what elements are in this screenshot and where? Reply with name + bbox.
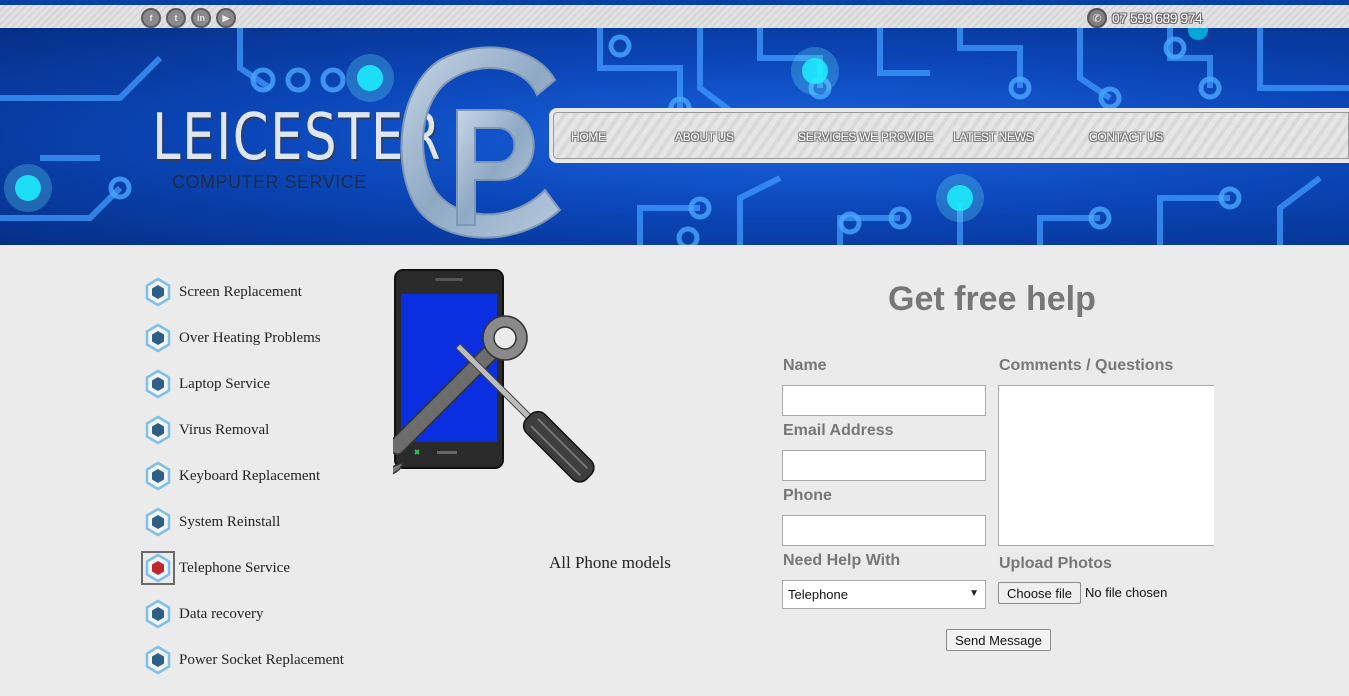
hexagon-bullet-icon <box>141 505 175 539</box>
service-label: Power Socket Replacement <box>179 651 344 668</box>
name-field[interactable] <box>782 385 986 416</box>
logo-subtitle: COMPUTER SERVICE <box>172 172 367 192</box>
twitter-icon[interactable]: t <box>166 8 186 28</box>
hexagon-bullet-icon <box>141 321 175 355</box>
facebook-icon[interactable]: f <box>141 8 161 28</box>
social-links: f t in ▶ <box>141 8 236 28</box>
main-nav: HOME ABOUT US SERVICES WE PROVIDE LATEST… <box>549 108 1349 163</box>
service-item[interactable]: Power Socket Replacement <box>141 643 381 677</box>
service-label: Over Heating Problems <box>179 329 321 346</box>
top-bar: f t in ▶ ✆ 07 598 689 974 <box>0 0 1349 28</box>
phone-field[interactable] <box>782 515 986 546</box>
phone-repair-illustration <box>393 269 595 483</box>
nav-latest-news[interactable]: LATEST NEWS <box>953 130 1034 144</box>
illustration-caption: All Phone models <box>549 553 671 572</box>
service-item[interactable]: System Reinstall <box>141 505 381 539</box>
service-label: Screen Replacement <box>179 283 302 300</box>
email-label: Email Address <box>783 422 894 439</box>
youtube-icon[interactable]: ▶ <box>216 8 236 28</box>
choose-file-button[interactable]: Choose file <box>998 582 1081 604</box>
service-label: System Reinstall <box>179 513 281 530</box>
service-item[interactable]: Laptop Service <box>141 367 381 401</box>
help-select[interactable]: Telephone ▼ <box>782 580 986 609</box>
help-select-value: Telephone <box>788 587 848 602</box>
hexagon-bullet-icon <box>141 413 175 447</box>
phone-number: 07 598 689 974 <box>1112 10 1203 26</box>
service-label: Virus Removal <box>179 421 270 438</box>
send-message-button[interactable]: Send Message <box>946 629 1051 651</box>
nav-home[interactable]: HOME <box>571 130 606 144</box>
service-label: Telephone Service <box>179 559 290 576</box>
logo-cp-icon <box>400 46 562 239</box>
help-label: Need Help With <box>783 552 901 569</box>
service-item[interactable]: Data recovery <box>141 597 381 631</box>
service-label: Laptop Service <box>179 375 271 392</box>
service-label: Data recovery <box>179 605 264 622</box>
hexagon-bullet-icon <box>141 643 175 677</box>
form-title: Get free help <box>888 280 1096 318</box>
hexagon-bullet-icon <box>141 459 175 493</box>
service-item[interactable]: Keyboard Replacement <box>141 459 381 493</box>
service-item[interactable]: Virus Removal <box>141 413 381 447</box>
name-label: Name <box>783 357 827 374</box>
site-header: LEICESTER COMPUTER SERVICE HOME ABOUT US… <box>0 28 1349 245</box>
nav-contact-us[interactable]: CONTACT US <box>1089 130 1163 144</box>
nav-about-us[interactable]: ABOUT US <box>675 130 734 144</box>
phone-contact: ✆ 07 598 689 974 <box>1087 8 1203 28</box>
linkedin-icon[interactable]: in <box>191 8 211 28</box>
phone-label: Phone <box>783 487 832 504</box>
hexagon-bullet-icon <box>141 275 175 309</box>
comments-textarea[interactable] <box>998 385 1214 546</box>
phone-icon: ✆ <box>1087 8 1107 28</box>
service-item[interactable]: Over Heating Problems <box>141 321 381 355</box>
comments-label: Comments / Questions <box>999 357 1174 374</box>
service-item[interactable]: Screen Replacement <box>141 275 381 309</box>
hexagon-bullet-icon <box>141 597 175 631</box>
nav-services[interactable]: SERVICES WE PROVIDE <box>798 130 933 144</box>
chevron-down-icon: ▼ <box>969 588 979 599</box>
upload-label: Upload Photos <box>999 555 1112 572</box>
hexagon-bullet-icon <box>141 551 175 585</box>
no-file-status: No file chosen <box>1085 585 1168 600</box>
hexagon-bullet-icon <box>141 367 175 401</box>
email-field[interactable] <box>782 450 986 481</box>
service-label: Keyboard Replacement <box>179 467 321 484</box>
service-item[interactable]: Telephone Service <box>141 551 381 585</box>
